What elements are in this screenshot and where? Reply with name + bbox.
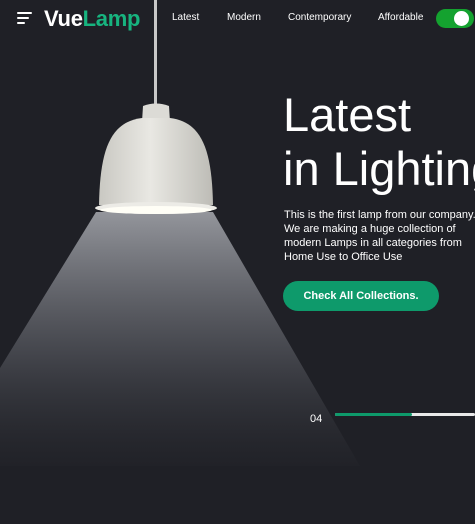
top-navbar: VueLamp Latest Modern Contemporary Affor… — [0, 0, 475, 38]
hero-title-line-2: in Lighting — [283, 142, 475, 195]
nav-affordable[interactable]: Affordable — [378, 12, 423, 24]
logo-text-accent: Lamp — [82, 6, 141, 31]
nav-modern[interactable]: Modern — [227, 12, 261, 24]
toggle-knob — [454, 11, 469, 26]
hamburger-menu-icon[interactable] — [17, 12, 33, 24]
logo-text-primary: Vue — [44, 6, 83, 31]
brand-logo[interactable]: VueLamp — [44, 6, 140, 32]
nav-contemporary[interactable]: Contemporary — [288, 12, 351, 24]
theme-toggle[interactable] — [436, 9, 474, 28]
nav-latest[interactable]: Latest — [172, 12, 199, 24]
hero-description: This is the first lamp from our company.… — [284, 209, 475, 263]
lamp-glow — [100, 206, 212, 214]
slide-progress-track[interactable] — [335, 413, 475, 416]
hero-title: Latest in Lighting — [283, 88, 475, 196]
slide-progress-fill — [335, 413, 412, 416]
check-collections-button[interactable]: Check All Collections. — [283, 281, 439, 311]
hero-title-line-1: Latest — [283, 88, 412, 141]
slide-number: 04 — [310, 413, 323, 425]
lamp-shade — [99, 118, 213, 205]
